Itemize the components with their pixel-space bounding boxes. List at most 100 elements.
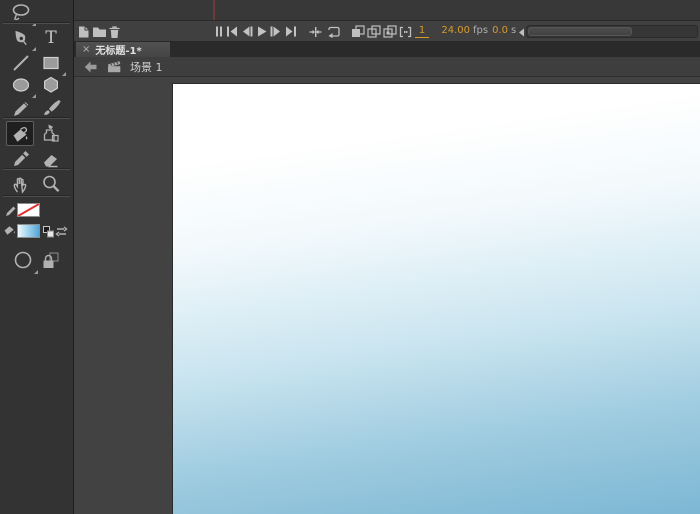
pencil-tool[interactable] — [9, 97, 33, 119]
swap-colors-button[interactable] — [55, 225, 68, 238]
new-folder-button[interactable] — [92, 24, 107, 39]
collapse-arrow-icon — [519, 28, 524, 37]
divider — [3, 196, 70, 197]
oval-tool[interactable] — [9, 74, 36, 98]
frame-rate-field[interactable]: 24.00 — [440, 25, 470, 37]
center-frame-icon — [309, 26, 322, 37]
text-tool[interactable]: T — [39, 27, 63, 49]
pen-tool[interactable] — [9, 27, 36, 51]
zoom-icon — [43, 175, 60, 193]
lock-fill-option[interactable] — [42, 251, 59, 269]
divider — [3, 169, 70, 170]
lock-fill-icon — [43, 252, 59, 268]
modify-markers-button[interactable] — [398, 24, 413, 39]
paint-bucket-icon — [13, 126, 28, 142]
gap-size-icon — [14, 251, 32, 269]
document-tab[interactable]: × 无标题-1* — [76, 42, 170, 57]
polystar-tool[interactable] — [39, 74, 63, 96]
eyedropper-tool[interactable] — [9, 148, 33, 170]
no-color-slash-icon — [18, 204, 39, 216]
ink-bottle-tool[interactable] — [38, 122, 62, 144]
loop-playback-button[interactable] — [325, 24, 340, 39]
default-colors-button[interactable] — [43, 226, 54, 238]
play-button[interactable] — [254, 24, 269, 39]
scene-name[interactable]: 场景 1 — [130, 59, 163, 75]
rectangle-icon — [43, 56, 59, 70]
swap-colors-icon — [55, 226, 68, 237]
playhead-line[interactable] — [213, 0, 215, 20]
stroke-color-swatch[interactable] — [17, 203, 40, 217]
timeline-clipped-area — [74, 0, 700, 20]
back-button[interactable] — [84, 61, 97, 73]
first-frame-button[interactable] — [224, 24, 239, 39]
last-frame-button[interactable] — [283, 24, 298, 39]
timeline-controls-bar: 1 24.00 fps 0.0 s — [74, 20, 700, 42]
gap-size-flyout-arrow — [34, 270, 38, 274]
gap-size-option[interactable] — [13, 250, 38, 274]
text-tool-glyph: T — [45, 27, 57, 48]
step-back-button[interactable] — [239, 24, 254, 39]
stroke-pencil-icon — [6, 206, 16, 216]
current-frame-field[interactable]: 1 — [415, 25, 429, 38]
onion-skin-outlines-icon — [366, 25, 381, 38]
fill-color-label — [3, 223, 16, 236]
document-tab-bar: × 无标题-1* — [74, 42, 700, 57]
onion-skin-outlines-button[interactable] — [366, 24, 381, 39]
edit-bar: 场景 1 — [74, 57, 700, 77]
new-folder-icon — [93, 27, 106, 37]
modify-markers-icon — [399, 26, 412, 37]
divider — [3, 23, 70, 24]
onion-skin-icon — [351, 25, 365, 37]
pause-icon — [215, 26, 222, 37]
delete-button[interactable] — [107, 24, 122, 39]
play-icon — [257, 26, 266, 37]
pen-flyout-arrow — [32, 47, 36, 51]
onion-skin-button[interactable] — [350, 24, 365, 39]
stage-canvas[interactable] — [173, 84, 700, 514]
horizontal-scrollbar-track[interactable] — [526, 25, 698, 38]
elapsed-time-value: 0.0 — [492, 25, 508, 36]
tab-title: 无标题-1* — [95, 46, 142, 57]
new-layer-button[interactable] — [76, 24, 91, 39]
lasso-icon — [12, 4, 30, 21]
polystar-icon — [44, 76, 58, 93]
fill-bucket-icon — [4, 226, 15, 235]
new-layer-icon — [79, 26, 89, 37]
hand-tool[interactable] — [9, 173, 33, 195]
lasso-tool[interactable] — [9, 2, 36, 26]
back-arrow-icon — [84, 61, 97, 72]
tool-panel: T — [0, 0, 74, 514]
rectangle-tool[interactable] — [39, 52, 66, 76]
edit-multiple-frames-button[interactable] — [382, 24, 397, 39]
trash-icon — [109, 25, 120, 38]
brush-icon — [44, 100, 61, 115]
paint-bucket-tool[interactable] — [6, 121, 34, 146]
divider — [3, 118, 70, 119]
step-forward-icon — [270, 26, 280, 37]
eraser-icon — [44, 155, 58, 168]
brush-tool[interactable] — [39, 97, 63, 119]
clapperboard-icon — [108, 61, 121, 73]
ink-bottle-icon — [43, 124, 59, 142]
pasteboard — [74, 77, 700, 514]
zoom-tool[interactable] — [39, 173, 63, 195]
fill-color-swatch[interactable] — [17, 224, 40, 238]
last-frame-icon — [285, 26, 296, 37]
line-icon — [13, 55, 29, 71]
horizontal-scrollbar-thumb[interactable] — [528, 27, 632, 36]
step-forward-button[interactable] — [268, 24, 283, 39]
edit-multiple-frames-icon — [382, 25, 397, 38]
pen-icon — [15, 30, 27, 46]
center-frame-button[interactable] — [308, 24, 323, 39]
eraser-tool[interactable] — [39, 148, 63, 170]
eyedropper-icon — [14, 151, 29, 166]
oval-icon — [12, 78, 30, 92]
hand-icon — [13, 177, 27, 194]
pencil-icon — [14, 102, 29, 116]
step-back-icon — [242, 26, 252, 37]
tab-close-icon[interactable]: × — [82, 44, 90, 55]
default-colors-icon — [43, 226, 54, 238]
scene-clapperboard — [107, 60, 122, 73]
stroke-color-label — [5, 203, 16, 217]
line-tool[interactable] — [9, 52, 33, 74]
